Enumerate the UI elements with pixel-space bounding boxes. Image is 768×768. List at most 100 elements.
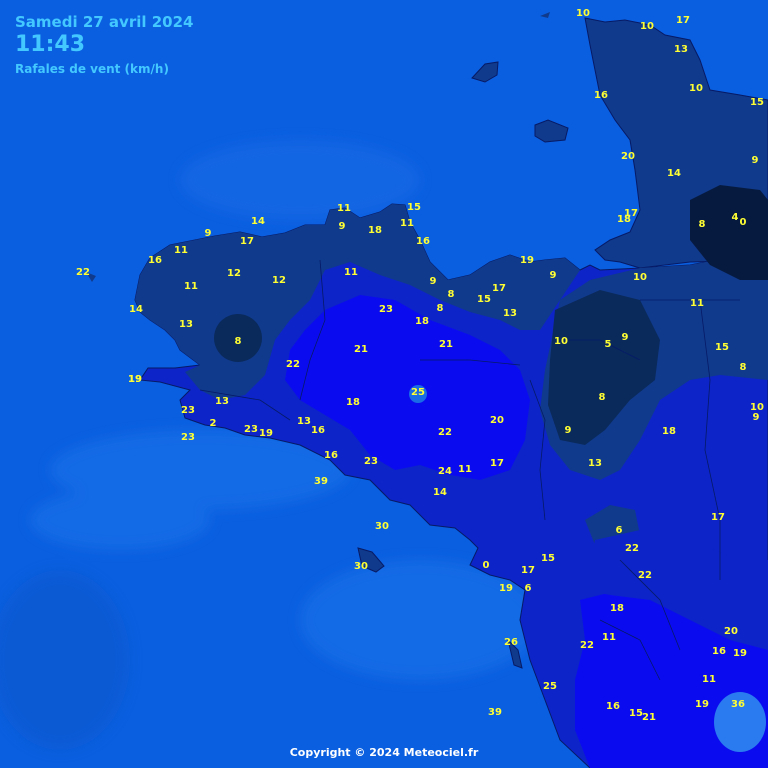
station-value[interactable]: 19 xyxy=(499,584,513,594)
station-value[interactable]: 8 xyxy=(437,304,444,314)
station-value[interactable]: 39 xyxy=(488,708,502,718)
station-value[interactable]: 10 xyxy=(640,22,654,32)
station-value[interactable]: 11 xyxy=(458,465,472,475)
station-value[interactable]: 11 xyxy=(344,268,358,278)
station-value[interactable]: 0 xyxy=(740,218,747,228)
station-value[interactable]: 18 xyxy=(415,317,429,327)
station-value[interactable]: 21 xyxy=(354,345,368,355)
station-value[interactable]: 25 xyxy=(411,388,425,398)
station-value[interactable]: 20 xyxy=(724,627,738,637)
station-value[interactable]: 26 xyxy=(504,638,518,648)
station-value[interactable]: 17 xyxy=(490,459,504,469)
station-value[interactable]: 16 xyxy=(606,702,620,712)
station-value[interactable]: 8 xyxy=(235,337,242,347)
station-value[interactable]: 17 xyxy=(492,284,506,294)
station-value[interactable]: 0 xyxy=(483,561,490,571)
station-value[interactable]: 11 xyxy=(400,219,414,229)
station-value[interactable]: 22 xyxy=(76,268,90,278)
station-value[interactable]: 15 xyxy=(750,98,764,108)
station-value[interactable]: 25 xyxy=(543,682,557,692)
station-value[interactable]: 23 xyxy=(181,433,195,443)
station-value[interactable]: 16 xyxy=(594,91,608,101)
station-value[interactable]: 18 xyxy=(346,398,360,408)
station-value[interactable]: 4 xyxy=(732,213,739,223)
station-value[interactable]: 9 xyxy=(339,222,346,232)
station-value[interactable]: 19 xyxy=(259,429,273,439)
station-value[interactable]: 14 xyxy=(129,305,143,315)
station-value[interactable]: 8 xyxy=(699,220,706,230)
station-value[interactable]: 23 xyxy=(244,425,258,435)
station-value[interactable]: 9 xyxy=(550,271,557,281)
station-value[interactable]: 11 xyxy=(690,299,704,309)
station-value[interactable]: 13 xyxy=(215,397,229,407)
station-value[interactable]: 39 xyxy=(314,477,328,487)
station-value[interactable]: 16 xyxy=(311,426,325,436)
station-value[interactable]: 19 xyxy=(520,256,534,266)
station-value[interactable]: 23 xyxy=(379,305,393,315)
station-value[interactable]: 12 xyxy=(272,276,286,286)
station-value[interactable]: 22 xyxy=(638,571,652,581)
station-value[interactable]: 14 xyxy=(667,169,681,179)
station-value[interactable]: 21 xyxy=(439,340,453,350)
station-value[interactable]: 15 xyxy=(477,295,491,305)
station-value[interactable]: 12 xyxy=(227,269,241,279)
station-value[interactable]: 20 xyxy=(621,152,635,162)
station-value[interactable]: 8 xyxy=(740,363,747,373)
station-value[interactable]: 15 xyxy=(407,203,421,213)
station-value[interactable]: 5 xyxy=(605,340,612,350)
station-value[interactable]: 9 xyxy=(205,229,212,239)
station-value[interactable]: 14 xyxy=(251,217,265,227)
station-value[interactable]: 6 xyxy=(525,584,532,594)
station-value[interactable]: 18 xyxy=(610,604,624,614)
station-value[interactable]: 19 xyxy=(695,700,709,710)
station-value[interactable]: 10 xyxy=(633,273,647,283)
station-value[interactable]: 16 xyxy=(148,256,162,266)
station-value[interactable]: 9 xyxy=(565,426,572,436)
station-value[interactable]: 11 xyxy=(174,246,188,256)
station-value[interactable]: 11 xyxy=(602,633,616,643)
station-value[interactable]: 30 xyxy=(354,562,368,572)
station-value[interactable]: 16 xyxy=(324,451,338,461)
station-value[interactable]: 9 xyxy=(753,413,760,423)
station-value[interactable]: 24 xyxy=(438,467,452,477)
station-value[interactable]: 11 xyxy=(702,675,716,685)
station-value[interactable]: 13 xyxy=(179,320,193,330)
station-value[interactable]: 15 xyxy=(715,343,729,353)
station-value[interactable]: 17 xyxy=(676,16,690,26)
station-value[interactable]: 15 xyxy=(541,554,555,564)
station-value[interactable]: 2 xyxy=(210,419,217,429)
station-value[interactable]: 13 xyxy=(588,459,602,469)
station-value[interactable]: 8 xyxy=(599,393,606,403)
station-value[interactable]: 13 xyxy=(297,417,311,427)
station-value[interactable]: 9 xyxy=(622,333,629,343)
station-value[interactable]: 18 xyxy=(617,215,631,225)
station-value[interactable]: 20 xyxy=(490,416,504,426)
station-value[interactable]: 10 xyxy=(576,9,590,19)
station-value[interactable]: 16 xyxy=(416,237,430,247)
station-value[interactable]: 8 xyxy=(448,290,455,300)
station-value[interactable]: 11 xyxy=(337,204,351,214)
station-value[interactable]: 14 xyxy=(433,488,447,498)
station-value[interactable]: 11 xyxy=(184,282,198,292)
station-value[interactable]: 36 xyxy=(731,700,745,710)
station-value[interactable]: 13 xyxy=(503,309,517,319)
station-value[interactable]: 6 xyxy=(616,526,623,536)
station-value[interactable]: 22 xyxy=(580,641,594,651)
station-value[interactable]: 22 xyxy=(286,360,300,370)
station-value[interactable]: 23 xyxy=(181,406,195,416)
station-value[interactable]: 30 xyxy=(375,522,389,532)
station-value[interactable]: 17 xyxy=(711,513,725,523)
station-value[interactable]: 17 xyxy=(521,566,535,576)
station-value[interactable]: 18 xyxy=(368,226,382,236)
station-value[interactable]: 13 xyxy=(674,45,688,55)
station-value[interactable]: 16 xyxy=(712,647,726,657)
station-value[interactable]: 23 xyxy=(364,457,378,467)
station-value[interactable]: 22 xyxy=(625,544,639,554)
station-value[interactable]: 18 xyxy=(662,427,676,437)
station-value[interactable]: 15 xyxy=(629,709,643,719)
station-value[interactable]: 19 xyxy=(733,649,747,659)
station-value[interactable]: 10 xyxy=(689,84,703,94)
station-value[interactable]: 19 xyxy=(128,375,142,385)
station-value[interactable]: 9 xyxy=(752,156,759,166)
station-value[interactable]: 21 xyxy=(642,713,656,723)
